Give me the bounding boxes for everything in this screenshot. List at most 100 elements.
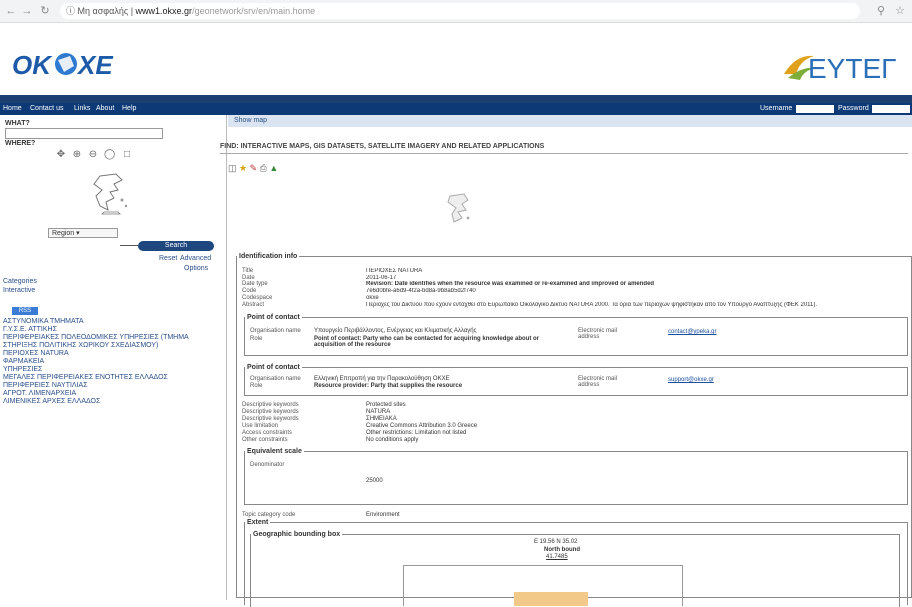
zoom-in-icon[interactable]: ⊕: [72, 150, 82, 160]
point-of-contact-1: Point of contact: [244, 314, 908, 356]
equivalent-scale: Equivalent scale: [244, 448, 908, 505]
topic-category-label: Topic category code: [242, 512, 296, 518]
security-label: Μη ασφαλής: [77, 6, 129, 16]
search-connector: [120, 245, 138, 246]
main-content: Show map FIND: INTERACTIVE MAPS, GIS DAT…: [220, 115, 912, 607]
ident-value: 7e6d0bfe-a6d9-4f2a-bd8a-9b8ab5d2f740: [366, 288, 476, 294]
layer-item[interactable]: ΠΕΡΙΦΕΡΕΙΕΣ ΝΑΥΤΙΛΙΑΣ: [3, 382, 218, 390]
north-bound-value: 41.7485: [546, 554, 568, 560]
layer-item[interactable]: ΥΠΗΡΕΣΙΕΣ: [3, 366, 218, 374]
ident-value: Περιοχές του Δικτύου που έχουν ενταχθεί …: [366, 302, 818, 308]
menu-home[interactable]: Home: [3, 104, 22, 113]
topic-category-value: Environment: [366, 512, 400, 518]
search-sidebar: WHAT? WHERE? ✥ ⊕ ⊖ ◯ □ Region ▾ Search R…: [0, 115, 227, 600]
keyword-key: Descriptive keywords: [242, 416, 299, 422]
interactive-link[interactable]: Interactive: [3, 287, 35, 294]
layer-item[interactable]: ΠΕΡΙΦΕΡΕΙΑΚΕΣ ΠΟΛΕΟΔΟΜΙΚΕΣ ΥΠΗΡΕΣΙΕΣ (ΤΜ…: [3, 334, 218, 350]
rss-feed-badge[interactable]: RSS: [12, 307, 38, 315]
poc1-email-link[interactable]: contact@ypeka.gr: [668, 329, 716, 335]
what-search-input[interactable]: [5, 128, 163, 139]
eyter-logo[interactable]: ΕΥΤΕΓ: [780, 48, 910, 84]
menu-help[interactable]: Help: [122, 104, 136, 113]
address-bar[interactable]: ⓘ Μη ασφαλής | www1.okxe.gr/geonetwork/s…: [60, 3, 860, 19]
poc2-role: Resource provider: Party that supplies t…: [314, 383, 462, 389]
north-bound-label: North bound: [544, 547, 580, 553]
reset-link[interactable]: Reset: [159, 255, 177, 262]
menu-links[interactable]: Links: [74, 104, 90, 113]
username-label: Username: [760, 105, 793, 112]
scale-legend: Equivalent scale: [247, 448, 302, 455]
keyword-value: Protected sites: [366, 402, 406, 408]
poc1-role-label: Role: [250, 336, 263, 342]
keyword-key: Descriptive keywords: [242, 402, 299, 408]
keyword-value: ΣΗΜΕΙΑΚΑ: [366, 416, 397, 422]
greece-overview-map[interactable]: [78, 170, 138, 218]
full-extent-icon[interactable]: ◯: [104, 150, 115, 160]
main-menu: Home Contact us Links About Help Usernam…: [0, 103, 912, 115]
url-path: /geonetwork/srv/en/main.home: [192, 6, 316, 16]
menu-contact[interactable]: Contact us: [30, 104, 63, 113]
chevron-down-icon: ▾: [76, 230, 80, 237]
forward-icon[interactable]: →: [20, 4, 34, 18]
zoom-icon[interactable]: ⚲: [874, 4, 888, 18]
password-input[interactable]: [872, 105, 910, 113]
svg-text:XE: XE: [76, 50, 113, 80]
info-icon[interactable]: ⓘ: [66, 6, 75, 16]
svg-text:ΕΥΤΕΓ: ΕΥΤΕΓ: [808, 53, 897, 84]
poc2-email-link[interactable]: support@okxe.gr: [668, 377, 714, 383]
where-label: WHERE?: [5, 140, 36, 147]
ident-key: Abstract: [242, 302, 265, 308]
select-region-icon[interactable]: □: [122, 150, 132, 160]
poc2-org: Ελληνική Επιτροπή για την Παρακολούθηση …: [314, 376, 450, 382]
ident-value: okxe: [366, 295, 379, 301]
poc1-org: Υπουργείο Περιβάλλοντος, Ενέργειας και Κ…: [314, 328, 477, 334]
poc2-role-label: Role: [250, 383, 263, 389]
poc2-legend: Point of contact: [247, 364, 300, 371]
header-divider: [0, 95, 912, 103]
poc2-role-text: Resource provider: Party that supplies t…: [314, 383, 463, 389]
poc1-org-label: Organisation name: [250, 328, 301, 334]
region-dropdown[interactable]: Region ▾: [48, 228, 118, 238]
bbox-legend: Geographic bounding box: [253, 531, 341, 538]
extent-legend: Extent: [247, 519, 269, 526]
poc1-role-text: Point of contact: Party who can be conta…: [314, 336, 540, 348]
keyword-key: Descriptive keywords: [242, 409, 299, 415]
username-input[interactable]: [796, 105, 834, 113]
advanced-link[interactable]: Advanced: [180, 255, 211, 262]
layer-item[interactable]: ΑΣΤΥΝΟΜΙΚΑ ΤΜΗΜΑΤΑ: [3, 318, 218, 326]
ident-value: ΠΕΡΙΟΧΕΣ NATURA: [366, 268, 423, 274]
poc2-org-label: Organisation name: [250, 376, 301, 382]
scale-denominator-value: 25000: [366, 478, 383, 484]
okxe-logo[interactable]: OK XE: [10, 44, 130, 84]
poc1-legend: Point of contact: [247, 314, 300, 321]
browser-toolbar: ← → ↻ ⓘ Μη ασφαλής | www1.okxe.gr/geonet…: [0, 0, 912, 23]
bbox-coords: E 19.56 N 35.02: [534, 539, 578, 545]
reload-icon[interactable]: ↻: [38, 4, 52, 18]
bbox-map-highlight: [514, 592, 588, 606]
url-host: www1.okxe.gr: [135, 6, 193, 16]
back-icon[interactable]: ←: [4, 4, 18, 18]
region-value: Region: [52, 230, 75, 237]
layer-item[interactable]: ΠΕΡΙΟΧΕΣ NATURA: [3, 350, 218, 358]
poc1-email-label: Electronic mail address: [578, 328, 618, 340]
keyword-key: Other constraints: [242, 437, 288, 443]
layer-item[interactable]: Γ.Υ.Σ.Ε. ΑΤΤΙΚΗΣ: [3, 326, 218, 334]
layer-item[interactable]: ΛΙΜΕΝΙΚΕΣ ΑΡΧΕΣ ΕΛΛΑΔΟΣ: [3, 398, 218, 406]
search-button[interactable]: Search: [138, 241, 214, 251]
keyword-key: Access constraints: [242, 430, 293, 436]
categories-link[interactable]: Categories: [3, 278, 37, 285]
layer-item[interactable]: ΦΑΡΜΑΚΕΙΑ: [3, 358, 218, 366]
ident-key: Codespace: [242, 295, 273, 301]
bookmark-star-icon[interactable]: ☆: [893, 4, 907, 18]
pan-icon[interactable]: ✥: [56, 150, 66, 160]
layer-item[interactable]: ΜΕΓΑΛΕΣ ΠΕΡΙΦΕΡΕΙΑΚΕΣ ΕΝΟΤΗΤΕΣ ΕΛΛΑΔΟΣ: [3, 374, 218, 382]
menu-about[interactable]: About: [96, 104, 114, 113]
zoom-out-icon[interactable]: ⊖: [88, 150, 98, 160]
options-link[interactable]: Options: [184, 265, 208, 272]
password-label: Password: [838, 105, 869, 112]
poc2-email-label: Electronic mail address: [578, 376, 618, 388]
keyword-key: Use limitation: [242, 423, 279, 429]
keyword-value: NATURA: [366, 409, 391, 415]
svg-text:OK: OK: [12, 50, 53, 80]
layer-item[interactable]: ΑΓΡΟΤ. ΛΙΜΕΝΑΡΧΕΙΑ: [3, 390, 218, 398]
